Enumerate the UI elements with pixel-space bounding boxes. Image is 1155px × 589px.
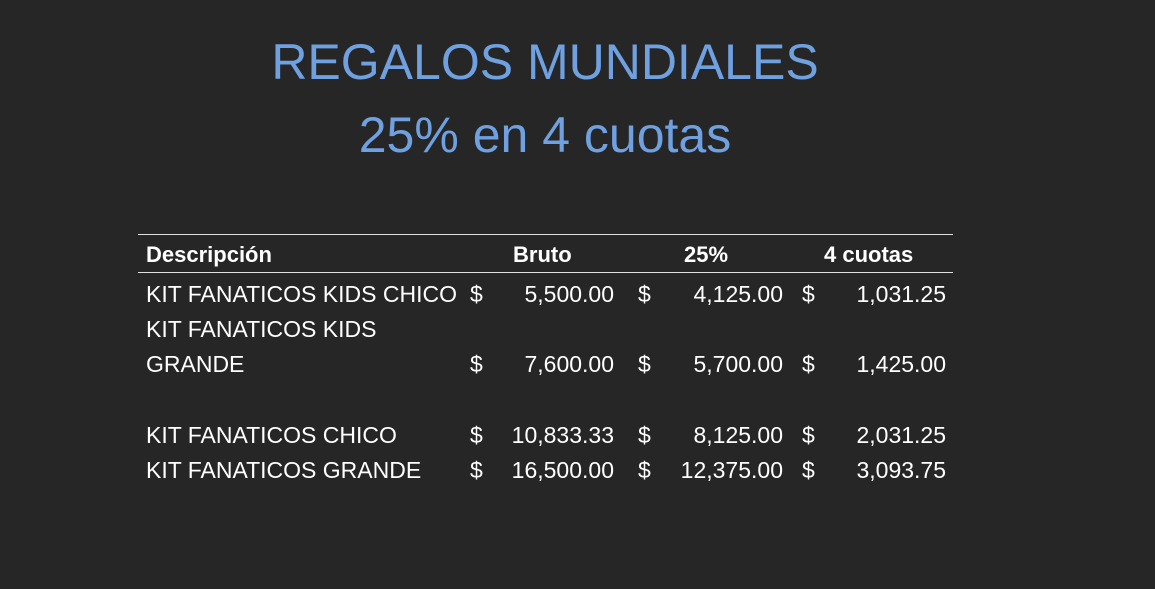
cuotas-value: 2,031.25 [856, 422, 946, 448]
row-description: KIT FANATICOS KIDS [146, 316, 377, 342]
row-description: KIT FANATICOS KIDS CHICO [146, 281, 457, 307]
row-description-continued: GRANDE [146, 351, 245, 377]
cuotas-value: 3,093.75 [856, 457, 946, 483]
cuotas-value: 1,031.25 [856, 281, 946, 307]
bruto-value: 10,833.33 [511, 422, 614, 448]
header-cuotas: 4 cuotas [824, 242, 914, 267]
row-description: KIT FANATICOS GRANDE [146, 457, 422, 483]
percent-value: 5,700.00 [693, 351, 783, 377]
percent-value: 12,375.00 [680, 457, 783, 483]
currency-symbol: $ [638, 457, 651, 483]
page-title: REGALOS MUNDIALES [271, 34, 819, 90]
currency-symbol: $ [470, 457, 483, 483]
currency-symbol: $ [470, 351, 483, 377]
header-percent: 25% [684, 242, 729, 267]
page-subtitle: 25% en 4 cuotas [358, 107, 732, 163]
percent-value: 8,125.00 [693, 422, 783, 448]
bruto-value: 7,600.00 [524, 351, 614, 377]
header-descripcion: Descripción [146, 242, 272, 267]
table-top-border [138, 234, 953, 235]
bruto-value: 16,500.00 [511, 457, 614, 483]
currency-symbol: $ [802, 281, 815, 307]
currency-symbol: $ [638, 422, 651, 448]
currency-symbol: $ [802, 457, 815, 483]
currency-symbol: $ [802, 351, 815, 377]
table-row: KIT FANATICOS KIDS GRANDE $ 7,600.00 $ 5… [138, 312, 953, 382]
percent-value: 4,125.00 [693, 281, 783, 307]
header-bottom-border [138, 272, 953, 273]
currency-symbol: $ [638, 351, 651, 377]
currency-symbol: $ [470, 281, 483, 307]
currency-symbol: $ [638, 281, 651, 307]
row-description: KIT FANATICOS CHICO [146, 422, 397, 448]
cuotas-value: 1,425.00 [856, 351, 946, 377]
currency-symbol: $ [470, 422, 483, 448]
bruto-value: 5,500.00 [524, 281, 614, 307]
currency-symbol: $ [802, 422, 815, 448]
header-bruto: Bruto [513, 242, 572, 267]
